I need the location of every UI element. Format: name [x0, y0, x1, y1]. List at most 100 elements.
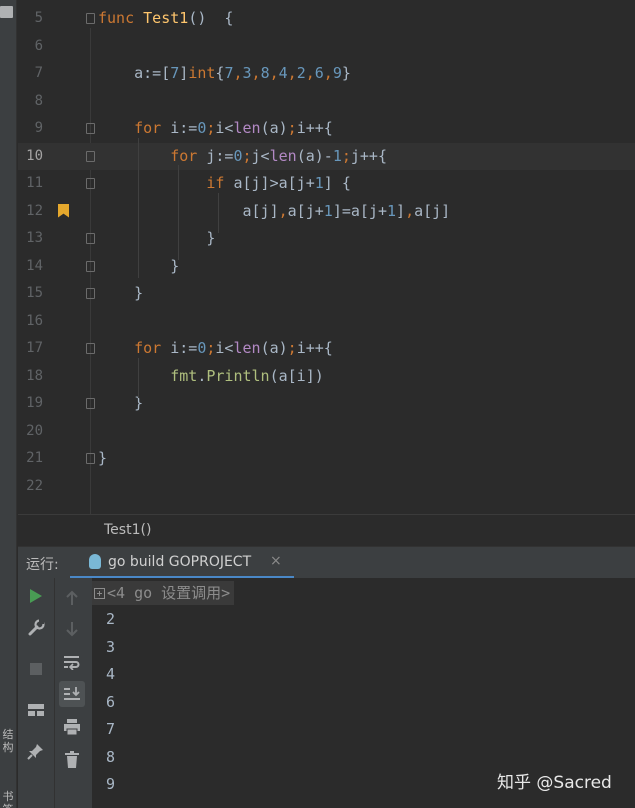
code-token: 9: [332, 64, 342, 82]
line-number[interactable]: 10: [18, 143, 43, 171]
code-line[interactable]: 21}: [18, 445, 635, 473]
code-text: func Test1() {: [98, 5, 233, 33]
code-token: for: [134, 339, 171, 357]
console-folded-header[interactable]: <4 go 设置调用>: [92, 581, 235, 605]
line-number[interactable]: 20: [18, 418, 43, 446]
layout-button[interactable]: [23, 697, 49, 723]
bookmark-icon[interactable]: [58, 203, 69, 218]
code-line[interactable]: 7 a:=[7]int{7,3,8,4,2,6,9}: [18, 60, 635, 88]
code-text: }: [98, 445, 107, 473]
code-line[interactable]: 8: [18, 88, 635, 116]
code-line[interactable]: 16: [18, 308, 635, 336]
line-number[interactable]: 9: [18, 115, 43, 143]
line-number[interactable]: 19: [18, 390, 43, 418]
console-header-text: <4 go 设置调用>: [107, 584, 231, 602]
code-token: len: [233, 119, 261, 137]
line-number[interactable]: 18: [18, 363, 43, 391]
close-tab-icon[interactable]: ×: [270, 553, 282, 569]
code-line[interactable]: 15 }: [18, 280, 635, 308]
code-text: for i:=0;i<len(a);i++{: [98, 115, 333, 143]
code-token: i++{: [296, 339, 333, 357]
code-token: i:=: [170, 339, 198, 357]
bookmarks-tool-label[interactable]: 书签: [1, 790, 15, 808]
console-output-line: 9: [106, 775, 116, 793]
code-token: a[j]>a[j+: [233, 174, 315, 192]
fold-marker-icon[interactable]: [86, 150, 95, 162]
line-number[interactable]: 13: [18, 225, 43, 253]
code-token: ,: [278, 201, 288, 220]
code-token: 1: [332, 146, 342, 165]
edit-configuration-button[interactable]: [23, 615, 49, 641]
line-number[interactable]: 5: [18, 5, 43, 33]
code-line[interactable]: 13 }: [18, 225, 635, 253]
code-line[interactable]: 14 }: [18, 253, 635, 281]
fold-marker-icon[interactable]: [86, 123, 95, 134]
code-text: for j:=0;j<len(a)-1;j++{: [98, 143, 387, 171]
line-number[interactable]: 16: [18, 308, 43, 336]
code-token: int: [188, 64, 216, 82]
line-number[interactable]: 11: [18, 170, 43, 198]
code-line[interactable]: 22: [18, 473, 635, 501]
scroll-to-end-icon: [64, 687, 80, 700]
code-token: ,: [405, 201, 415, 220]
code-editor[interactable]: 5 func Test1() { 6 7 a:=[7]int{7,3,8,4,2,6,…: [18, 0, 635, 514]
code-line[interactable]: 17 for i:=0;i<len(a);i++{: [18, 335, 635, 363]
code-text: a:=[7]int{7,3,8,4,2,6,9}: [98, 60, 351, 88]
line-number[interactable]: 14: [18, 253, 43, 281]
line-number[interactable]: 17: [18, 335, 43, 363]
fold-marker-icon[interactable]: [86, 13, 95, 24]
console-output-line: 7: [106, 720, 116, 738]
project-folder-icon[interactable]: [0, 6, 13, 18]
soft-wrap-button[interactable]: [59, 649, 85, 675]
code-line[interactable]: 20: [18, 418, 635, 446]
rerun-button[interactable]: [23, 583, 49, 609]
clear-all-button[interactable]: [59, 746, 85, 772]
fold-marker-icon[interactable]: [86, 343, 95, 354]
breadcrumb-function[interactable]: Test1(): [104, 522, 151, 538]
line-number[interactable]: 22: [18, 473, 43, 501]
line-number[interactable]: 15: [18, 280, 43, 308]
code-line[interactable]: 10 for j:=0;j<len(a)-1;j++{: [18, 142, 635, 171]
code-token: 1: [323, 201, 333, 220]
code-line[interactable]: 6: [18, 33, 635, 61]
stop-button[interactable]: [23, 656, 49, 682]
code-line[interactable]: 9 for i:=0;i<len(a);i++{: [18, 115, 635, 143]
code-line[interactable]: 18 fmt.Println(a[i]): [18, 363, 635, 391]
code-token: (a): [260, 119, 288, 137]
fold-marker-icon[interactable]: [86, 288, 95, 299]
line-number[interactable]: 8: [18, 88, 43, 116]
run-config-tab[interactable]: go build GOPROJECT ×: [70, 547, 294, 579]
pin-tab-button[interactable]: [23, 738, 49, 764]
fold-marker-icon[interactable]: [86, 453, 95, 464]
indent-guide: [138, 138, 139, 278]
code-line[interactable]: 5 func Test1() {: [18, 5, 635, 33]
code-token: ,: [323, 64, 333, 82]
code-text: fmt.Println(a[i]): [98, 363, 324, 391]
code-line[interactable]: 11 if a[j]>a[j+1] {: [18, 170, 635, 198]
pin-icon: [27, 744, 43, 760]
code-token: ,: [251, 64, 261, 82]
print-button[interactable]: [59, 714, 85, 740]
code-token: ,: [233, 64, 243, 82]
fold-marker-icon[interactable]: [86, 233, 95, 244]
code-token: (a)-: [296, 146, 333, 165]
code-token: 0: [233, 146, 243, 165]
previous-occurrence-button[interactable]: [59, 585, 85, 611]
code-token: fmt: [170, 366, 198, 385]
line-number[interactable]: 12: [18, 198, 43, 226]
code-line[interactable]: 12 a[j],a[j+1]=a[j+1],a[j]: [18, 198, 635, 226]
fold-marker-icon[interactable]: [86, 260, 95, 272]
fold-marker-icon[interactable]: [86, 398, 95, 409]
next-occurrence-button[interactable]: [59, 616, 85, 642]
structure-tool-label[interactable]: 结构: [1, 728, 15, 754]
scroll-to-end-button[interactable]: [59, 681, 85, 707]
fold-marker-icon[interactable]: [86, 178, 95, 189]
line-number[interactable]: 21: [18, 445, 43, 473]
line-number[interactable]: 7: [18, 60, 43, 88]
code-token: ;: [287, 119, 297, 137]
line-number[interactable]: 6: [18, 33, 43, 61]
code-token: Test1: [143, 9, 189, 27]
code-token: ]: [396, 201, 406, 220]
code-line[interactable]: 19 }: [18, 390, 635, 418]
code-token: i++{: [296, 119, 333, 137]
